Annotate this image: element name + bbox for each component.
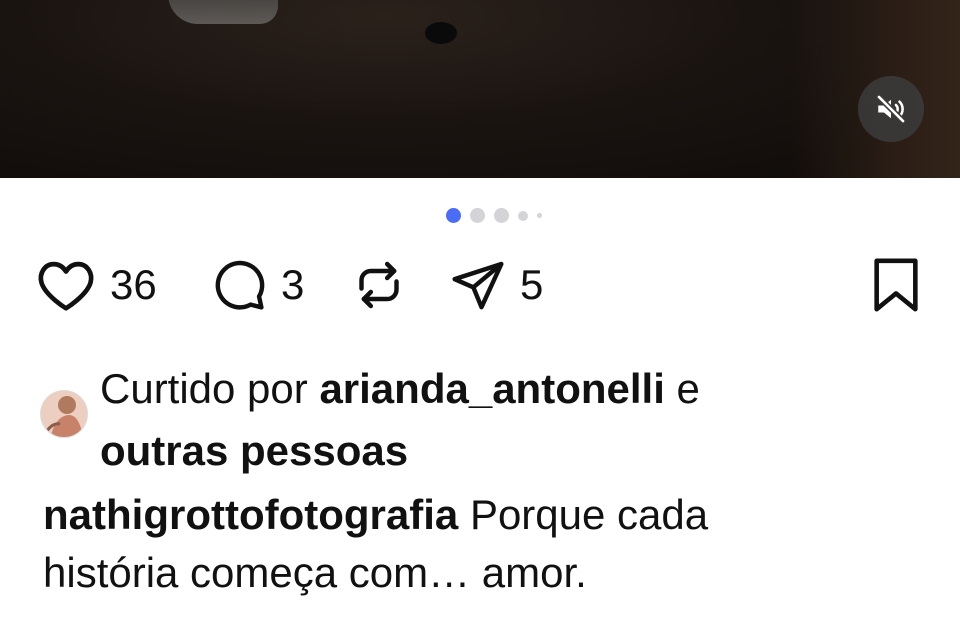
post-media-video[interactable] — [0, 0, 960, 178]
carousel-dot — [537, 213, 542, 218]
avatar-photo — [41, 391, 87, 437]
speaker-muted-icon — [876, 94, 906, 124]
like-count: 36 — [110, 261, 157, 308]
heart-icon — [38, 261, 94, 311]
caption-text-line2: história começa com… amor. — [43, 549, 587, 596]
carousel-dot-active — [446, 208, 461, 223]
action-bar: 36 3 5 — [36, 254, 924, 316]
media-object — [425, 22, 457, 44]
liked-by-prefix: Curtido por — [100, 365, 308, 412]
carousel-indicator — [446, 208, 542, 223]
liked-by-text: Curtido por arianda_antonelli e outras p… — [100, 358, 700, 482]
send-icon — [452, 261, 504, 310]
carousel-dot — [494, 208, 509, 223]
comment-bubble-icon — [215, 260, 265, 310]
carousel-dot — [518, 210, 528, 221]
caption-text-line1: Porque cada — [469, 491, 709, 538]
comment-button[interactable]: 3 — [211, 254, 304, 316]
share-button[interactable]: 5 — [450, 254, 543, 316]
save-button[interactable] — [870, 254, 922, 316]
avatar[interactable] — [40, 390, 88, 438]
bookmark-icon — [874, 258, 918, 312]
media-object — [168, 0, 278, 24]
carousel-dot — [470, 208, 485, 223]
liked-by-conjunction: e — [676, 365, 700, 412]
repost-icon — [359, 261, 399, 309]
liked-by-user-link[interactable]: arianda_antonelli — [319, 365, 664, 412]
share-count: 5 — [520, 261, 544, 308]
liked-by-others-link[interactable]: outras pessoas — [100, 427, 408, 474]
post-caption: nathigrottofotografia Porque cada histór… — [43, 486, 943, 602]
mute-button[interactable] — [858, 76, 924, 142]
caption-username[interactable]: nathigrottofotografia — [43, 491, 458, 538]
comment-count: 3 — [281, 261, 305, 308]
like-button[interactable]: 36 — [36, 254, 157, 316]
repost-button[interactable] — [351, 254, 407, 316]
